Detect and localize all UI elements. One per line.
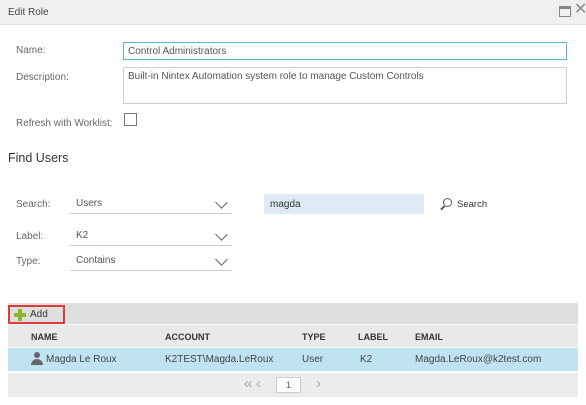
search-button[interactable]: Search xyxy=(440,195,487,213)
results-toolbar xyxy=(8,303,578,324)
search-input[interactable] xyxy=(264,194,424,214)
cell-account: K2TEST\Magda.LeRoux xyxy=(165,354,274,365)
next-page-button[interactable]: › xyxy=(316,375,321,392)
previous-page-button[interactable]: ‹ xyxy=(256,375,261,392)
label-value: K2 xyxy=(76,230,89,241)
search-type-dropdown[interactable]: Users xyxy=(70,193,232,214)
add-button-label: Add xyxy=(30,309,48,320)
column-header-type[interactable]: TYPE xyxy=(302,332,326,342)
chevron-down-icon xyxy=(215,228,228,241)
cell-name: Magda Le Roux xyxy=(46,354,117,365)
chevron-down-icon xyxy=(215,253,228,266)
column-header-email[interactable]: EMAIL xyxy=(415,332,443,342)
maximize-icon[interactable] xyxy=(559,6,571,17)
user-icon xyxy=(31,352,43,365)
description-label: Description: xyxy=(16,72,69,83)
search-icon xyxy=(440,197,453,211)
first-page-button[interactable]: « xyxy=(244,375,252,392)
dialog-title: Edit Role xyxy=(8,7,49,18)
add-icon xyxy=(14,308,26,321)
column-header-name[interactable]: NAME xyxy=(31,332,58,342)
cell-label: K2 xyxy=(360,354,373,365)
refresh-worklist-label: Refresh with Worklist: xyxy=(16,118,113,129)
dialog-titlebar: Edit Role ✕ xyxy=(0,0,586,25)
add-button[interactable]: Add xyxy=(8,305,65,324)
name-field[interactable]: Control Administrators xyxy=(123,42,567,60)
cell-email: Magda.LeRoux@k2test.com xyxy=(415,354,542,365)
search-button-label: Search xyxy=(457,198,488,210)
column-header-label[interactable]: LABEL xyxy=(358,332,388,342)
close-icon[interactable]: ✕ xyxy=(574,2,586,18)
label-dropdown[interactable]: K2 xyxy=(70,225,232,246)
type-dropdown[interactable]: Contains xyxy=(70,250,232,271)
description-field[interactable]: Built-in Nintex Automation system role t… xyxy=(123,67,567,104)
current-page-number[interactable]: 1 xyxy=(276,377,301,393)
label-label: Label: xyxy=(16,231,44,242)
type-label: Type: xyxy=(16,256,41,267)
find-users-heading: Find Users xyxy=(8,151,69,165)
chevron-down-icon xyxy=(215,196,228,209)
refresh-worklist-checkbox[interactable] xyxy=(124,113,137,126)
name-label: Name: xyxy=(16,45,46,56)
search-type-value: Users xyxy=(76,198,103,209)
column-header-account[interactable]: ACCOUNT xyxy=(165,332,210,342)
type-value: Contains xyxy=(76,255,116,266)
table-header xyxy=(8,325,578,347)
cell-type: User xyxy=(302,354,324,365)
search-label: Search: xyxy=(16,199,51,210)
